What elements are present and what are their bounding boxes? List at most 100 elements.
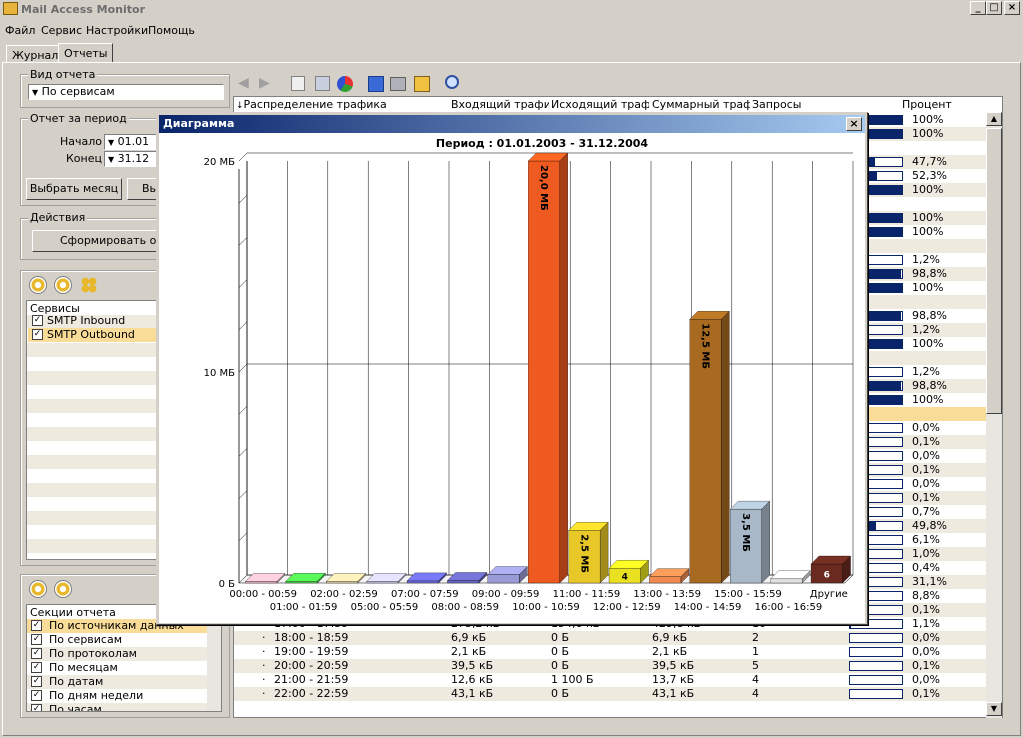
bar [770,578,803,584]
checkbox[interactable]: ✓ [31,662,42,673]
scroll-thumb[interactable] [986,128,1002,414]
table-row[interactable]: 20:00 - 20:59 39,5 кБ 0 Б 39,5 кБ 5 · 0,1% [234,659,986,673]
table-row[interactable]: 21:00 - 21:59 12,6 кБ 1 100 Б 13,7 кБ 4 · 0,0% [234,673,986,687]
tab-reports[interactable]: Отчеты [58,43,114,63]
deselect-all-icon[interactable] [54,276,72,294]
percent-value: 100% [912,281,944,294]
section-item-label: По сервисам [49,633,123,646]
table-icon[interactable] [315,76,330,91]
export-icon[interactable] [414,76,430,92]
column-header-distribution[interactable]: ↓Распределение трафика [236,97,446,113]
percent-value: 0,0% [912,421,940,434]
minimize-button[interactable]: _ [970,1,986,15]
report-type-select[interactable]: ▼ По сервисам [28,84,224,100]
checkbox[interactable]: ✓ [31,620,42,631]
checkbox[interactable]: ✓ [32,329,43,340]
dialog-close-button[interactable]: × [846,117,862,131]
percent-value: 0,0% [912,645,940,658]
bar-value-label: 3,5 МБ [740,513,751,552]
table-row[interactable]: 22:00 - 22:59 43,1 кБ 0 Б 43,1 кБ 4 · 0,1% [234,687,986,701]
select-all-icon[interactable] [29,580,47,598]
column-header-total[interactable]: Суммарный трафик [652,97,750,113]
section-item-label: По датам [49,675,104,688]
checkbox[interactable]: ✓ [31,704,42,711]
start-label: Начало [60,135,103,148]
start-date-field[interactable]: ▼ 01.01 [104,134,164,150]
x-tick-label: 02:00 - 02:59 [310,589,378,600]
requests-cell: 1 [752,645,759,658]
percent-value: 1,2% [912,365,940,378]
percent-value: 98,8% [912,379,947,392]
checkbox[interactable]: ✓ [31,648,42,659]
bar [487,574,520,584]
menu-settings[interactable]: Настройки [86,24,148,37]
deselect-all-icon[interactable] [54,580,72,598]
column-header-percent[interactable]: Процент [902,97,962,113]
column-header-outgoing[interactable]: Исходящий трафик [551,97,649,113]
checkbox[interactable]: ✓ [31,690,42,701]
percent-value: 100% [912,393,944,406]
grid-scrollbar[interactable]: ▲ ▼ [986,112,1002,718]
checkbox[interactable]: ✓ [32,315,43,326]
tab-journal[interactable]: Журнал [6,45,65,63]
percent-value: 1,2% [912,323,940,336]
section-item[interactable]: ✓ По месяцам [27,661,207,675]
percent-value: 0,0% [912,477,940,490]
menu-file[interactable]: Файл [5,24,35,37]
select-all-icon[interactable] [29,276,47,294]
save-icon[interactable] [368,76,384,92]
forward-arrow-icon[interactable]: ▶ [259,75,277,93]
x-tick-label: 15:00 - 15:59 [714,589,782,600]
period-label: Отчет за период [28,112,129,125]
percent-value: 100% [912,183,944,196]
section-item-label: По месяцам [49,661,118,674]
section-item[interactable]: ✓ По сервисам [27,633,207,647]
chart-dialog: Диаграмма × Период : 01.01.2003 - 31.12.… [156,112,868,625]
section-item[interactable]: ✓ По дням недели [27,689,207,703]
sections-scrollbar[interactable] [207,619,221,711]
percent-value: 1,0% [912,547,940,560]
x-tick-label: 10:00 - 10:59 [512,602,580,613]
chart-area: Период : 01.01.2003 - 31.12.2004 0 Б 10 МБ… [159,133,865,623]
checkbox[interactable]: ✓ [31,634,42,645]
table-row[interactable]: 19:00 - 19:59 2,1 кБ 0 Б 2,1 кБ 1 · 0,0% [234,645,986,659]
calendar-dropdown-icon: ▼ [108,155,115,164]
end-date-field[interactable]: ▼ 31.12 [104,151,164,167]
menu-service[interactable]: Сервис [41,24,82,37]
generate-report-button[interactable]: Сформировать отч [32,230,172,252]
close-button[interactable]: × [1004,1,1020,15]
x-tick-label: 09:00 - 09:59 [472,589,540,600]
section-item[interactable]: ✓ По датам [27,675,207,689]
percent-value: 0,0% [912,673,940,686]
percent-value: 31,1% [912,575,947,588]
maximize-button[interactable]: □ [986,1,1002,15]
percent-value: 8,8% [912,589,940,602]
percent-bar [849,647,903,657]
section-item[interactable]: ✓ По часам [27,703,207,711]
invert-selection-icon[interactable] [80,276,98,294]
back-arrow-icon[interactable]: ◀ [238,75,256,93]
choose-month-button[interactable]: Выбрать месяц [26,178,122,200]
bar-value-label: 6 [824,571,830,581]
checkbox[interactable]: ✓ [31,676,42,687]
app-envelope-icon [3,2,18,15]
y-tick-label: 10 МБ [204,368,236,379]
column-header-incoming[interactable]: Входящий трафик [451,97,549,113]
outgoing-cell: 0 Б [551,645,570,658]
percent-value: 98,8% [912,309,947,322]
scroll-down-icon[interactable]: ▼ [986,702,1002,716]
bar-side [761,500,770,584]
scroll-up-icon[interactable]: ▲ [986,112,1002,126]
percent-value: 6,1% [912,533,940,546]
service-item-label: SMTP Outbound [47,328,135,341]
section-item[interactable]: ✓ По протоколам [27,647,207,661]
document-icon[interactable] [291,76,305,91]
print-icon[interactable] [390,77,406,91]
pie-chart-icon[interactable] [337,76,353,92]
column-header-requests[interactable]: Запросы [752,97,842,113]
menu-help[interactable]: Помощь [148,24,195,37]
zoom-icon[interactable] [445,75,459,89]
outgoing-cell: 0 Б [551,631,570,644]
percent-value: 1,2% [912,253,940,266]
table-row[interactable]: 18:00 - 18:59 6,9 кБ 0 Б 6,9 кБ 2 · 0,0% [234,631,986,645]
